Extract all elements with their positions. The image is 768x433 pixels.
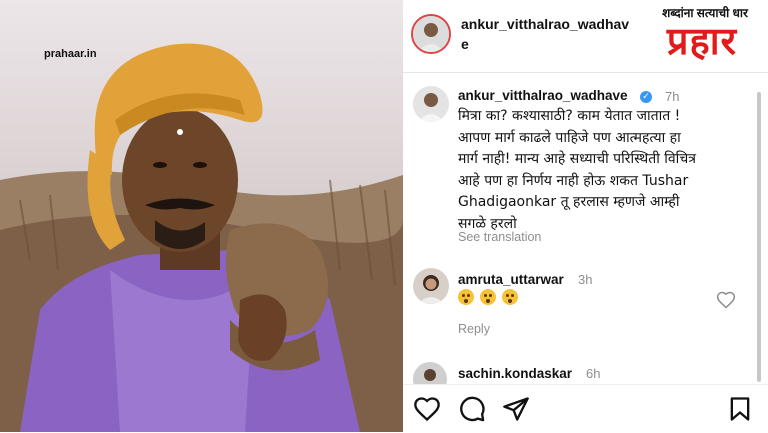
post-action-bar: [403, 384, 768, 433]
brand-tagline: शब्दांना सत्याची धार: [662, 6, 748, 20]
header-avatar[interactable]: [411, 14, 451, 54]
see-translation-link[interactable]: See translation: [458, 230, 541, 244]
heart-icon[interactable]: [413, 395, 441, 423]
worried-face-icon: [458, 289, 474, 305]
avatar-image: [413, 86, 449, 122]
reply-button[interactable]: Reply: [458, 322, 490, 336]
logo-text: प्रहार: [666, 21, 738, 63]
worried-face-icon: [502, 289, 518, 305]
reply-avatar[interactable]: [413, 268, 449, 304]
worried-face-icon: [480, 289, 496, 305]
reply-emojis: [458, 289, 518, 305]
header-username[interactable]: ankur_vitthalrao_wadhave: [461, 14, 633, 54]
comments-panel: ankur_vitthalrao_wadhave शब्दांना सत्याच…: [403, 0, 768, 433]
verified-badge-icon: ✓: [640, 91, 652, 103]
share-icon[interactable]: [502, 395, 530, 423]
avatar-image: [413, 268, 449, 304]
reply-timestamp: 3h: [578, 272, 593, 287]
prahaar-logo: प्रहार: [643, 20, 761, 64]
reply-username-2[interactable]: sachin.kondaskar: [458, 366, 572, 381]
avatar-image: [413, 16, 449, 52]
comment-icon[interactable]: [458, 395, 486, 423]
video-frame: prahaar.in: [0, 0, 403, 432]
watermark-text: prahaar.in: [44, 48, 97, 60]
bookmark-icon[interactable]: [726, 395, 754, 423]
like-comment-heart-icon[interactable]: [716, 290, 736, 310]
comment-text: मित्रा का? कश्यासाठी? काम येतात जातात ! …: [458, 108, 696, 232]
scene-image: [0, 0, 403, 432]
comment-timestamp: 7h: [665, 89, 680, 104]
scrollbar-thumb[interactable]: [757, 92, 761, 382]
comment-avatar[interactable]: [413, 86, 449, 122]
reply-username[interactable]: amruta_uttarwar: [458, 272, 564, 287]
comment-username[interactable]: ankur_vitthalrao_wadhave: [458, 88, 628, 103]
post-header: ankur_vitthalrao_wadhave शब्दांना सत्याच…: [403, 0, 768, 73]
reply-timestamp-2: 6h: [586, 366, 601, 381]
